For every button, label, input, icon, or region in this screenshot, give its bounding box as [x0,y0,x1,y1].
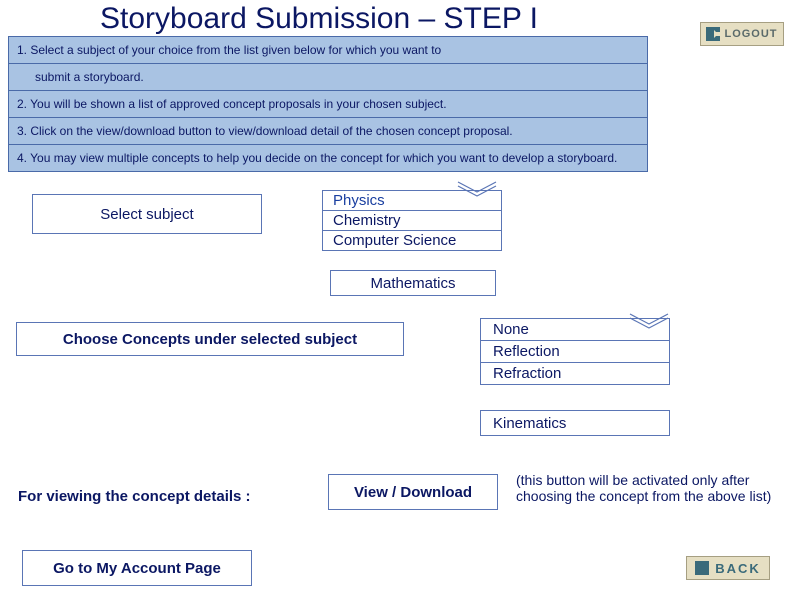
view-button-note: (this button will be activated only afte… [516,472,778,504]
instruction-line: submit a storyboard. [9,63,647,90]
concept-option-none[interactable]: None [481,319,669,340]
instruction-line: 2. You will be shown a list of approved … [9,90,647,117]
subject-option-chemistry[interactable]: Chemistry [323,210,501,230]
logout-label: LOGOUT [724,28,777,40]
instruction-line: 3. Click on the view/download button to … [9,117,647,144]
view-download-button[interactable]: View / Download [328,474,498,510]
view-details-label: For viewing the concept details : [18,488,251,505]
concept-option-reflection[interactable]: Reflection [481,340,669,362]
logout-icon [706,27,720,41]
back-label: BACK [715,561,761,576]
instructions-panel: 1. Select a subject of your choice from … [8,36,648,172]
go-to-account-button[interactable]: Go to My Account Page [22,550,252,586]
instruction-line: 1. Select a subject of your choice from … [9,37,647,63]
back-icon [695,561,709,575]
choose-concepts-label: Choose Concepts under selected subject [16,322,404,356]
concept-option-refraction[interactable]: Refraction [481,362,669,384]
subject-dropdown[interactable]: Physics Chemistry Computer Science [322,190,502,251]
instruction-line: 4. You may view multiple concepts to hel… [9,144,647,171]
concept-option-kinematics[interactable]: Kinematics [480,410,670,436]
subject-option-physics[interactable]: Physics [323,191,501,210]
back-button[interactable]: BACK [686,556,770,580]
page-title: Storyboard Submission – STEP I [100,2,538,36]
logout-button[interactable]: LOGOUT [700,22,784,46]
select-subject-label: Select subject [32,194,262,234]
subject-option-cs[interactable]: Computer Science [323,230,501,250]
concept-dropdown[interactable]: None Reflection Refraction [480,318,670,385]
subject-option-mathematics[interactable]: Mathematics [330,270,496,296]
